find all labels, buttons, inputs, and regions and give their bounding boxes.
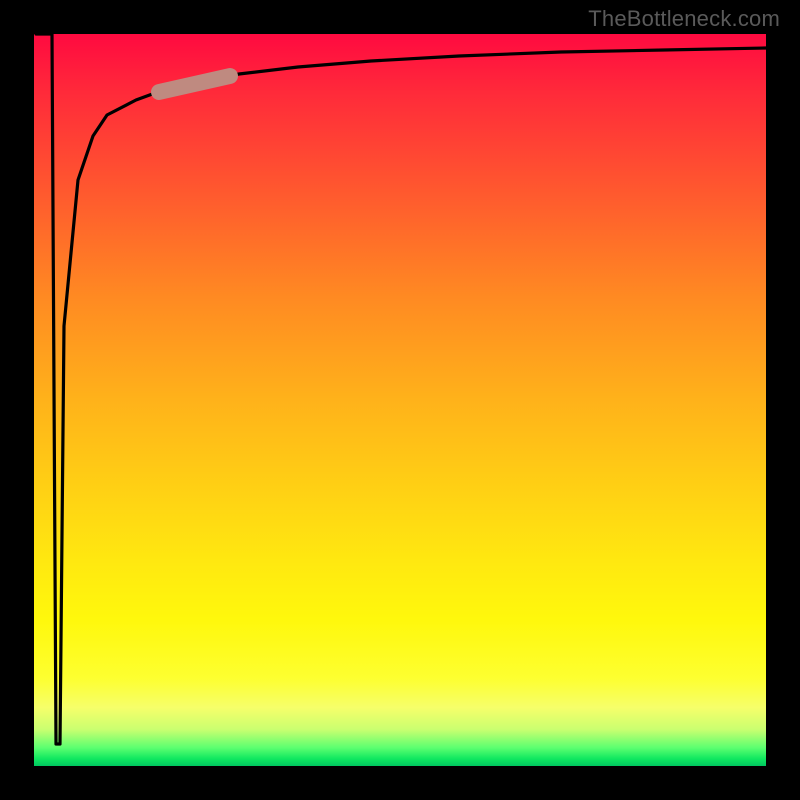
frame-border-bottom [0,766,800,800]
watermark-text: TheBottleneck.com [588,6,780,32]
chart-stage: TheBottleneck.com [0,0,800,800]
frame-border-left [0,0,34,800]
frame-border-right [766,0,800,800]
plot-gradient-background [34,34,766,766]
